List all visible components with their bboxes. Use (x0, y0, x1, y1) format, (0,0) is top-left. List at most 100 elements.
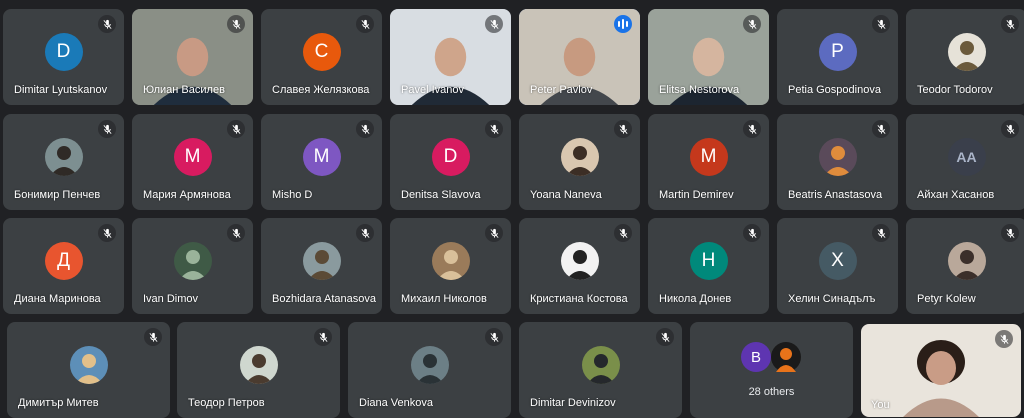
participant-tile[interactable]: Dimitar Devinizov (519, 322, 682, 418)
participant-name: Bozhidara Atanasova (272, 293, 376, 305)
mic-off-icon (356, 15, 374, 33)
participant-tile[interactable]: D Denitsa Slavova (390, 114, 511, 210)
participant-tile[interactable]: H Никола Донев (648, 218, 769, 314)
avatar-photo (560, 242, 599, 280)
participant-name: Юлиан Василев (143, 84, 225, 96)
participant-tile[interactable]: M Misho D (261, 114, 382, 210)
self-name: You (871, 399, 890, 411)
mic-off-icon (614, 224, 632, 242)
participant-name: Никола Донев (659, 293, 732, 305)
participant-tile[interactable]: Elitsa Nestorova (648, 9, 769, 105)
mic-off-icon (872, 224, 890, 242)
participant-name: Хелин Синадълъ (788, 293, 876, 305)
participant-tile[interactable]: Teodor Todorov (906, 9, 1024, 105)
participant-tile[interactable]: M Martin Demirev (648, 114, 769, 210)
avatar-photo (302, 242, 341, 280)
participant-name: Teodor Todorov (917, 84, 993, 96)
mic-off-icon (743, 224, 761, 242)
participant-tile[interactable]: X Хелин Синадълъ (777, 218, 898, 314)
participant-name: Славея Желязкова (272, 84, 370, 96)
mic-off-icon (98, 224, 116, 242)
others-count: 28 others (748, 386, 795, 398)
participant-name: Dimitar Lyutskanov (14, 84, 108, 96)
participant-name: Михаил Николов (401, 293, 487, 305)
avatar-photo (44, 138, 83, 176)
mic-off-icon (98, 120, 116, 138)
participant-name: Диана Маринова (14, 293, 101, 305)
mic-off-icon (743, 120, 761, 138)
self-view-tile[interactable]: You (861, 324, 1021, 417)
participant-tile[interactable]: Peter Pavlov (519, 9, 640, 105)
avatar-photo (581, 346, 620, 384)
participant-tile[interactable]: Юлиан Василев (132, 9, 253, 105)
participant-name: Димитър Митев (18, 397, 99, 409)
participant-tile[interactable]: Теодор Петров (177, 322, 340, 418)
mic-off-icon (356, 120, 374, 138)
participant-tile[interactable]: Михаил Николов (390, 218, 511, 314)
participant-tile[interactable]: Ivan Dimov (132, 218, 253, 314)
avatar-initial: H (689, 242, 728, 280)
mic-off-icon (314, 328, 332, 346)
avatar-photo (818, 138, 857, 176)
mic-off-icon (743, 15, 761, 33)
participant-tile[interactable]: Yoana Naneva (519, 114, 640, 210)
speaking-indicator-icon (614, 15, 632, 33)
avatar-initial: B (741, 342, 771, 372)
participant-name: Айхан Хасанов (917, 189, 995, 201)
avatar-photo (239, 346, 278, 384)
participant-tile[interactable]: Diana Venkova (348, 322, 511, 418)
participant-tile[interactable]: Бонимир Пенчев (3, 114, 124, 210)
avatar-initial: Д (44, 242, 83, 280)
avatar-photo (410, 346, 449, 384)
participant-tile[interactable]: Bozhidara Atanasova (261, 218, 382, 314)
participant-tile[interactable]: D Dimitar Lyutskanov (3, 9, 124, 105)
participant-name: Бонимир Пенчев (14, 189, 101, 201)
others-tile[interactable]: B 28 others (690, 322, 853, 418)
participant-name: Dimitar Devinizov (530, 397, 616, 409)
mic-off-icon (98, 15, 116, 33)
participant-name: Мария Армянова (143, 189, 231, 201)
avatar-initial: X (818, 242, 857, 280)
mic-off-icon (1001, 15, 1019, 33)
participant-name: Beatris Anastasova (788, 189, 883, 201)
mic-off-icon (1001, 120, 1019, 138)
mic-off-icon (614, 120, 632, 138)
avatar-initial: D (44, 33, 83, 71)
mic-off-icon (227, 15, 245, 33)
avatar-photo (947, 33, 986, 71)
avatar-initial: C (302, 33, 341, 71)
avatar-photo (69, 346, 108, 384)
participant-name: Теодор Петров (188, 397, 265, 409)
participant-name: Yoana Naneva (530, 189, 602, 201)
mic-off-icon (144, 328, 162, 346)
participant-tile[interactable]: C Славея Желязкова (261, 9, 382, 105)
participant-name: Martin Demirev (659, 189, 734, 201)
participant-tile[interactable]: AA Айхан Хасанов (906, 114, 1024, 210)
avatar-initial: P (818, 33, 857, 71)
avatar-initial: M (173, 138, 212, 176)
avatar-initial: M (689, 138, 728, 176)
participant-name: Misho D (272, 189, 313, 201)
participant-tile[interactable]: Димитър Митев (7, 322, 170, 418)
participant-tile[interactable]: Beatris Anastasova (777, 114, 898, 210)
participant-name: Denitsa Slavova (401, 189, 481, 201)
participant-name: Peter Pavlov (530, 84, 593, 96)
participant-name: Elitsa Nestorova (659, 84, 740, 96)
mic-off-icon (485, 224, 503, 242)
participant-tile[interactable]: Pavel Ivanov (390, 9, 511, 105)
mic-off-icon (227, 120, 245, 138)
avatar-photo (560, 138, 599, 176)
participant-tile[interactable]: P Petia Gospodinova (777, 9, 898, 105)
participant-tile[interactable]: Д Диана Маринова (3, 218, 124, 314)
participant-tile[interactable]: M Мария Армянова (132, 114, 253, 210)
mic-off-icon (656, 328, 674, 346)
mic-off-icon (1001, 224, 1019, 242)
participant-name: Кристиана Костова (530, 293, 628, 305)
participant-tile[interactable]: Petyr Kolew (906, 218, 1024, 314)
mic-off-icon (872, 15, 890, 33)
avatar-photo (431, 242, 470, 280)
participant-tile[interactable]: Кристиана Костова (519, 218, 640, 314)
mic-off-icon (872, 120, 890, 138)
mic-off-icon (485, 328, 503, 346)
mic-off-icon (227, 224, 245, 242)
